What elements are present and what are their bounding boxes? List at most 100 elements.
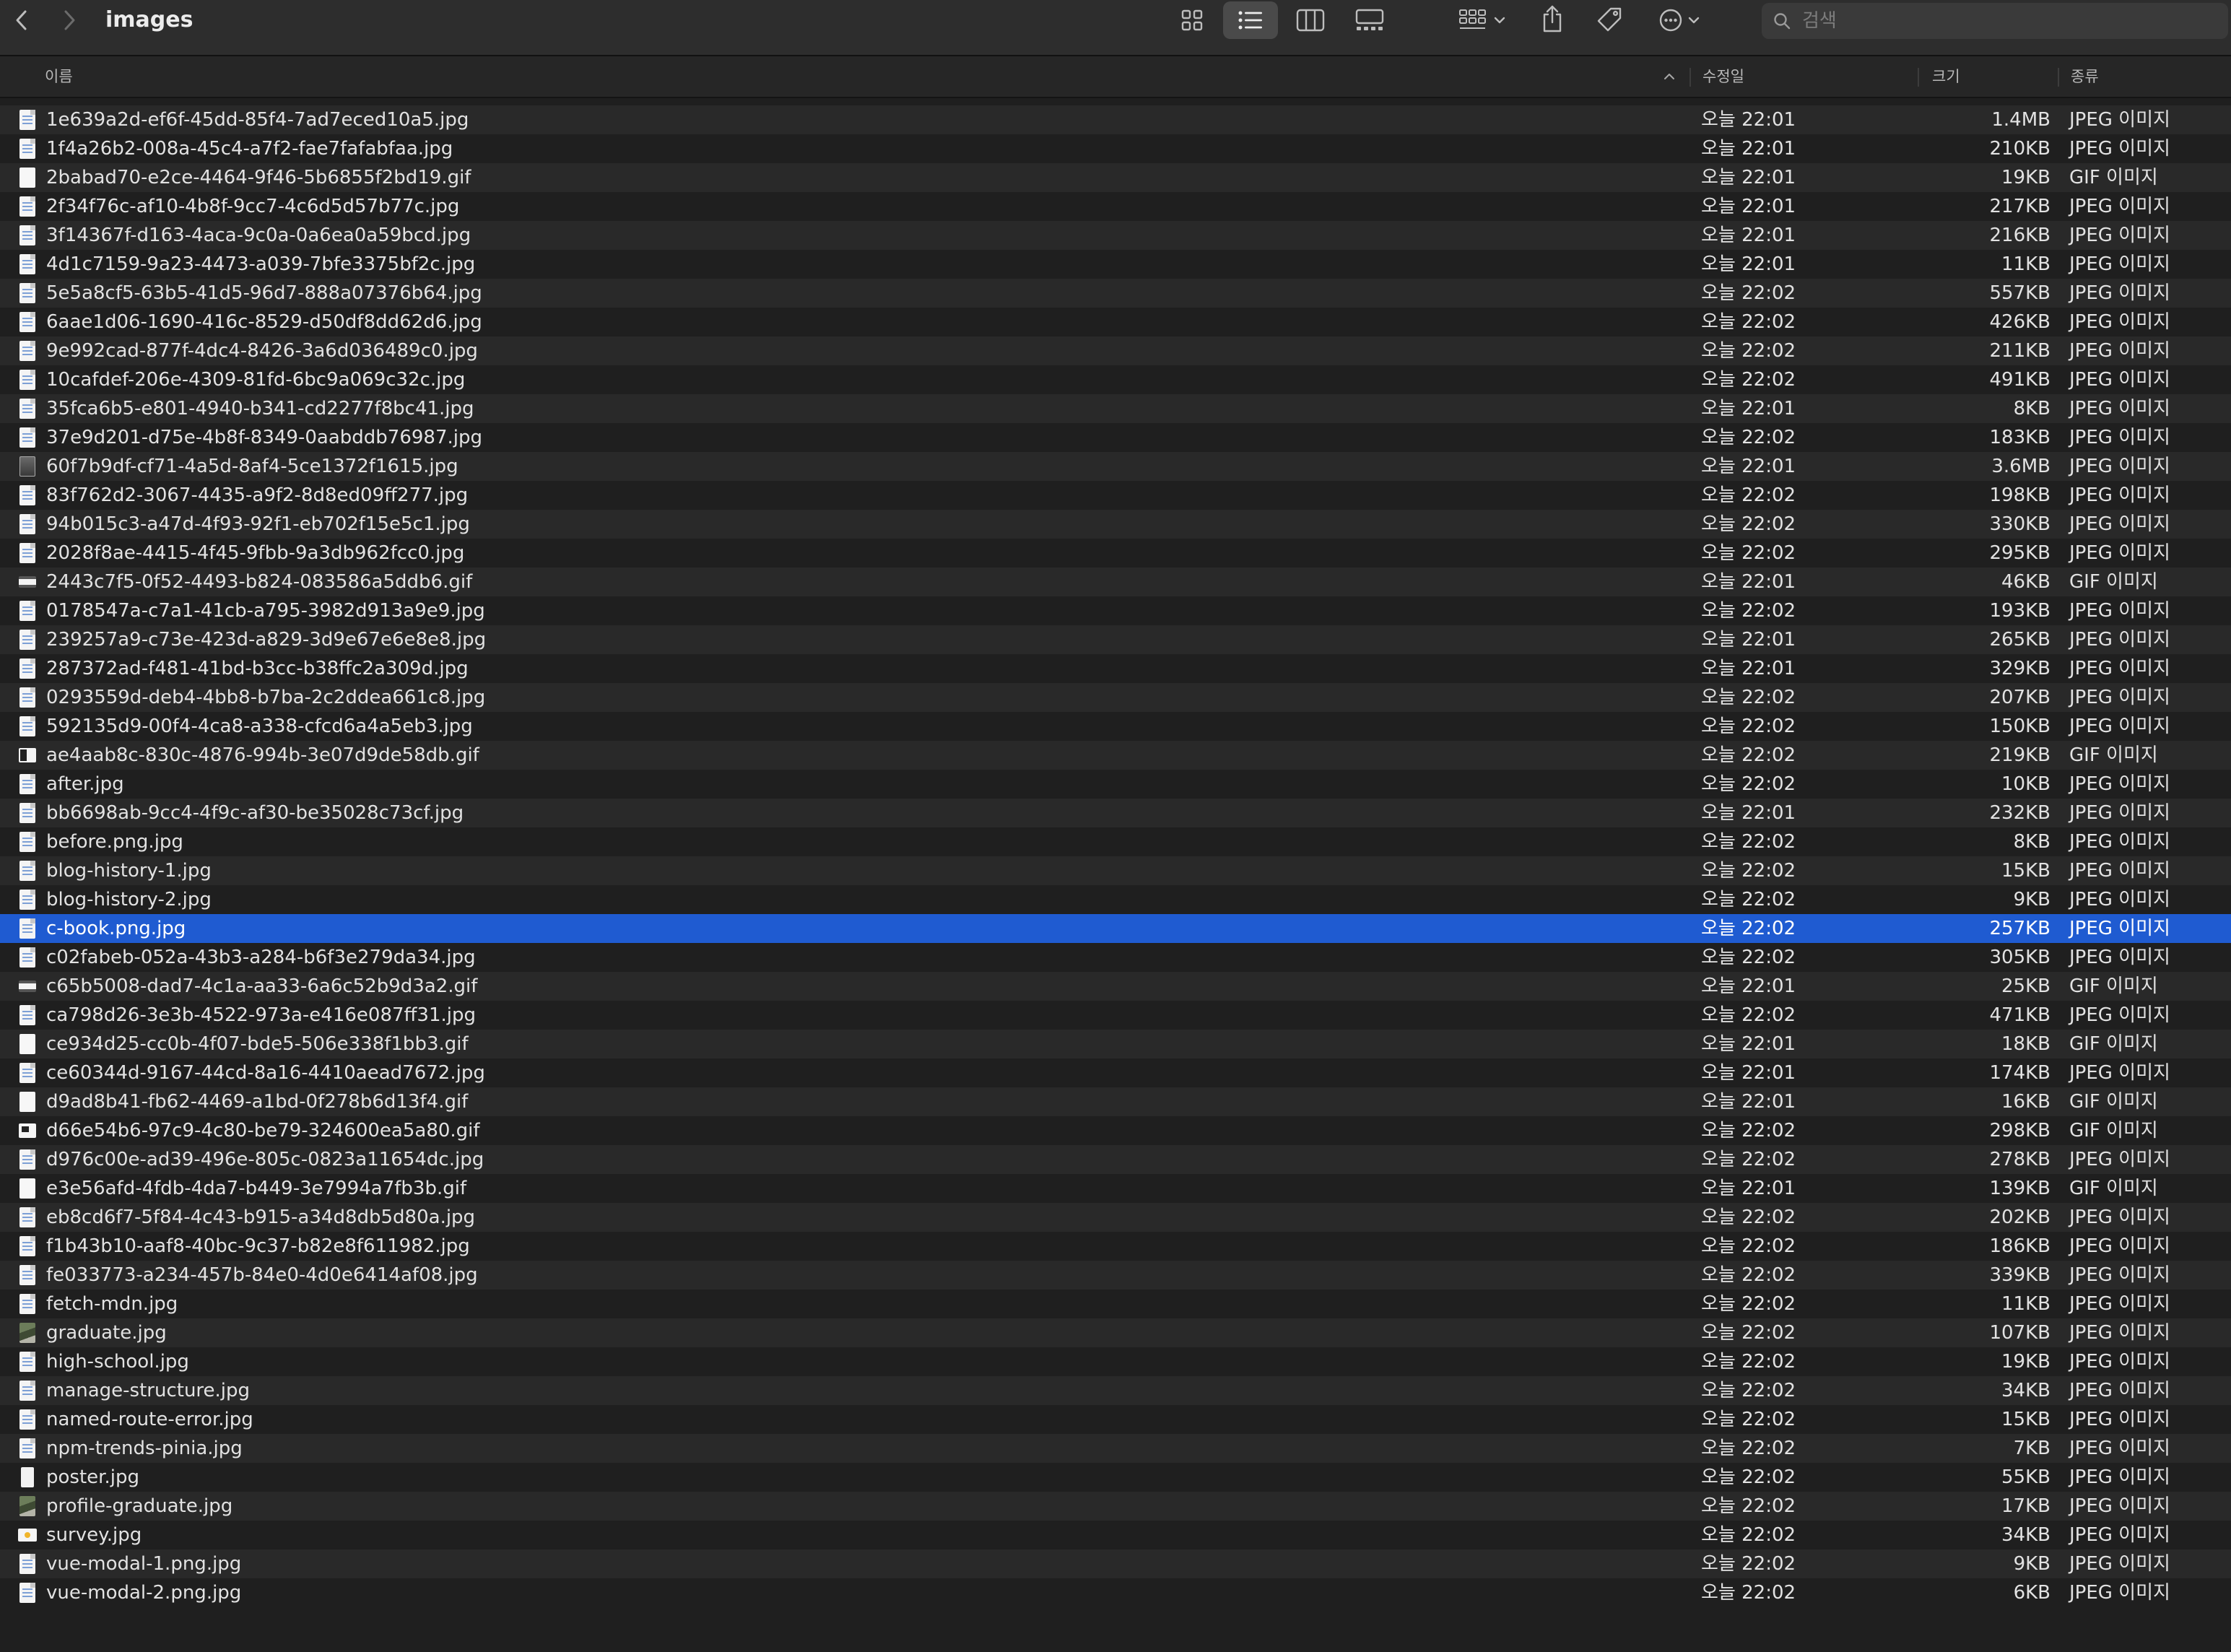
file-row[interactable]: graduate.jpg 오늘 22:02 107KB JPEG 이미지 <box>0 1318 2231 1347</box>
file-row[interactable]: 9e992cad-877f-4dc4-8426-3a6d036489c0.jpg… <box>0 336 2231 365</box>
file-row[interactable]: 5e5a8cf5-63b5-41d5-96d7-888a07376b64.jpg… <box>0 279 2231 308</box>
column-header-kind[interactable]: 종류 <box>2071 56 2099 97</box>
file-size: 55KB <box>2001 1466 2050 1488</box>
file-row[interactable]: 3f14367f-d163-4aca-9c0a-0a6ea0a59bcd.jpg… <box>0 221 2231 250</box>
file-icon-cell <box>17 914 38 943</box>
chevron-right-icon <box>64 10 75 30</box>
file-row[interactable]: before.png.jpg 오늘 22:02 8KB JPEG 이미지 <box>0 827 2231 856</box>
file-row[interactable]: 4d1c7159-9a23-4473-a039-7bfe3375bf2c.jpg… <box>0 250 2231 279</box>
file-row[interactable]: 94b015c3-a47d-4f93-92f1-eb702f15e5c1.jpg… <box>0 510 2231 539</box>
search-field[interactable] <box>1762 3 2228 39</box>
file-row[interactable]: ce60344d-9167-44cd-8a16-4410aead7672.jpg… <box>0 1058 2231 1087</box>
forward-button[interactable] <box>53 4 85 36</box>
column-header-date[interactable]: 수정일 <box>1702 56 1744 97</box>
file-row[interactable]: d9ad8b41-fb62-4469-a1bd-0f278b6d13f4.gif… <box>0 1087 2231 1116</box>
sort-ascending-icon[interactable] <box>1658 65 1681 88</box>
file-thumbnail-icon <box>19 774 35 794</box>
file-row[interactable]: vue-modal-1.png.jpg 오늘 22:02 9KB JPEG 이미지 <box>0 1549 2231 1578</box>
file-row[interactable]: eb8cd6f7-5f84-4c43-b915-a34d8db5d80a.jpg… <box>0 1203 2231 1232</box>
column-divider[interactable] <box>1918 68 1919 87</box>
column-header-bar: 이름 수정일 크기 종류 <box>0 56 2231 98</box>
tag-button[interactable] <box>1593 3 1626 36</box>
file-row[interactable]: 0178547a-c7a1-41cb-a795-3982d913a9e9.jpg… <box>0 596 2231 625</box>
gallery-view-button[interactable] <box>1352 4 1388 36</box>
file-row[interactable]: 35fca6b5-e801-4940-b341-cd2277f8bc41.jpg… <box>0 394 2231 423</box>
group-by-button[interactable] <box>1453 4 1512 36</box>
file-row[interactable]: fe033773-a234-457b-84e0-4d0e6414af08.jpg… <box>0 1261 2231 1290</box>
file-row[interactable]: profile-graduate.jpg 오늘 22:02 17KB JPEG 이미지 <box>0 1492 2231 1521</box>
file-row[interactable]: after.jpg 오늘 22:02 10KB JPEG 이미지 <box>0 770 2231 799</box>
file-size: 18KB <box>2001 1033 2050 1055</box>
file-row[interactable]: 2babad70-e2ce-4464-9f46-5b6855f2bd19.gif… <box>0 163 2231 192</box>
file-row[interactable]: d976c00e-ad39-496e-805c-0823a11654dc.jpg… <box>0 1145 2231 1174</box>
file-row[interactable]: ae4aab8c-830c-4876-994b-3e07d9de58db.gif… <box>0 741 2231 770</box>
file-thumbnail-icon <box>19 370 35 390</box>
file-row[interactable]: ca798d26-3e3b-4522-973a-e416e087ff31.jpg… <box>0 1001 2231 1030</box>
file-row[interactable]: 0293559d-deb4-4bb8-b7ba-2c2ddea661c8.jpg… <box>0 683 2231 712</box>
file-kind: JPEG 이미지 <box>2069 1409 2170 1430</box>
file-row[interactable]: vue-modal-2.png.jpg 오늘 22:02 6KB JPEG 이미지 <box>0 1578 2231 1607</box>
file-icon-cell <box>17 539 38 568</box>
list-view-button[interactable] <box>1223 1 1278 39</box>
file-thumbnail-icon <box>19 1207 35 1227</box>
file-row[interactable]: c-book.png.jpg 오늘 22:02 257KB JPEG 이미지 <box>0 914 2231 943</box>
file-row[interactable]: 239257a9-c73e-423d-a829-3d9e67e6e8e8.jpg… <box>0 625 2231 654</box>
file-row[interactable]: bb6698ab-9cc4-4f9c-af30-be35028c73cf.jpg… <box>0 799 2231 827</box>
file-row[interactable]: 83f762d2-3067-4435-a9f2-8d8ed09ff277.jpg… <box>0 481 2231 510</box>
file-row[interactable]: blog-history-2.jpg 오늘 22:02 9KB JPEG 이미지 <box>0 885 2231 914</box>
file-thumbnail-icon <box>19 1178 35 1199</box>
file-row[interactable]: manage-structure.jpg 오늘 22:02 34KB JPEG 이미지 <box>0 1376 2231 1405</box>
file-row[interactable]: f1b43b10-aaf8-40bc-9c37-b82e8f611982.jpg… <box>0 1232 2231 1261</box>
file-modified-date: 오늘 22:02 <box>1701 889 1796 910</box>
column-divider[interactable] <box>2058 68 2059 87</box>
column-view-button[interactable] <box>1292 4 1328 36</box>
file-kind: JPEG 이미지 <box>2069 1293 2170 1315</box>
file-thumbnail-icon <box>19 687 35 708</box>
file-row[interactable]: survey.jpg 오늘 22:02 34KB JPEG 이미지 <box>0 1521 2231 1549</box>
more-actions-button[interactable] <box>1653 4 1705 36</box>
list-icon <box>1238 11 1262 30</box>
file-row[interactable]: 2028f8ae-4415-4f45-9fbb-9a3db962fcc0.jpg… <box>0 539 2231 568</box>
file-thumbnail-icon <box>19 399 35 419</box>
file-thumbnail-icon <box>19 1294 35 1314</box>
file-row[interactable]: blog-history-1.jpg 오늘 22:02 15KB JPEG 이미지 <box>0 856 2231 885</box>
file-row[interactable]: 1f4a26b2-008a-45c4-a7f2-fae7fafabfaa.jpg… <box>0 134 2231 163</box>
file-row[interactable]: 37e9d201-d75e-4b8f-8349-0aabddb76987.jpg… <box>0 423 2231 452</box>
file-row[interactable]: e3e56afd-4fdb-4da7-b449-3e7994a7fb3b.gif… <box>0 1174 2231 1203</box>
file-row[interactable]: npm-trends-pinia.jpg 오늘 22:02 7KB JPEG 이미지 <box>0 1434 2231 1463</box>
column-header-size[interactable]: 크기 <box>1932 56 1960 97</box>
file-row[interactable]: 1e639a2d-ef6f-45dd-85f4-7ad7eced10a5.jpg… <box>0 105 2231 134</box>
file-row[interactable]: ce934d25-cc0b-4f07-bde5-506e338f1bb3.gif… <box>0 1030 2231 1058</box>
column-divider[interactable] <box>1689 68 1691 87</box>
file-row[interactable]: c65b5008-dad7-4c1a-aa33-6a6c52b9d3a2.gif… <box>0 972 2231 1001</box>
file-size: 46KB <box>2001 571 2050 593</box>
file-name: before.png.jpg <box>46 831 183 853</box>
file-row[interactable]: poster.jpg 오늘 22:02 55KB JPEG 이미지 <box>0 1463 2231 1492</box>
file-row[interactable]: fetch-mdn.jpg 오늘 22:02 11KB JPEG 이미지 <box>0 1290 2231 1318</box>
file-modified-date: 오늘 22:02 <box>1701 311 1796 333</box>
file-row[interactable]: c02fabeb-052a-43b3-a284-b6f3e279da34.jpg… <box>0 943 2231 972</box>
file-row[interactable]: 287372ad-f481-41bd-b3cc-b38ffc2a309d.jpg… <box>0 654 2231 683</box>
file-row[interactable]: high-school.jpg 오늘 22:02 19KB JPEG 이미지 <box>0 1347 2231 1376</box>
file-row[interactable]: 2f34f76c-af10-4b8f-9cc7-4c6d5d57b77c.jpg… <box>0 192 2231 221</box>
file-size: 186KB <box>1989 1235 2050 1257</box>
icon-view-button[interactable] <box>1175 4 1209 36</box>
share-button[interactable] <box>1536 1 1568 36</box>
search-input[interactable] <box>1801 6 2208 36</box>
file-modified-date: 오늘 22:02 <box>1701 1524 1796 1546</box>
file-name: 2028f8ae-4415-4f45-9fbb-9a3db962fcc0.jpg <box>46 542 465 564</box>
file-row[interactable]: 592135d9-00f4-4ca8-a338-cfcd6a4a5eb3.jpg… <box>0 712 2231 741</box>
file-row[interactable]: named-route-error.jpg 오늘 22:02 15KB JPEG 이미… <box>0 1405 2231 1434</box>
file-name: high-school.jpg <box>46 1351 189 1373</box>
file-row[interactable]: 60f7b9df-cf71-4a5d-8af4-5ce1372f1615.jpg… <box>0 452 2231 481</box>
file-row[interactable]: 6aae1d06-1690-416c-8529-d50df8dd62d6.jpg… <box>0 308 2231 336</box>
file-icon-cell <box>17 1058 38 1087</box>
file-row[interactable]: 2443c7f5-0f52-4493-b824-083586a5ddb6.gif… <box>0 568 2231 596</box>
file-row[interactable]: 10cafdef-206e-4309-81fd-6bc9a069c32c.jpg… <box>0 365 2231 394</box>
file-modified-date: 오늘 22:02 <box>1701 1120 1796 1142</box>
column-header-name[interactable]: 이름 <box>45 56 73 97</box>
finder-window: images 검색 이름 수정일 크기 종류 1e639a2d-ef6f-45d… <box>0 0 2231 1652</box>
back-button[interactable] <box>6 4 38 36</box>
file-modified-date: 오늘 22:02 <box>1701 1322 1796 1344</box>
file-row[interactable]: d66e54b6-97c9-4c80-be79-324600ea5a80.gif… <box>0 1116 2231 1145</box>
